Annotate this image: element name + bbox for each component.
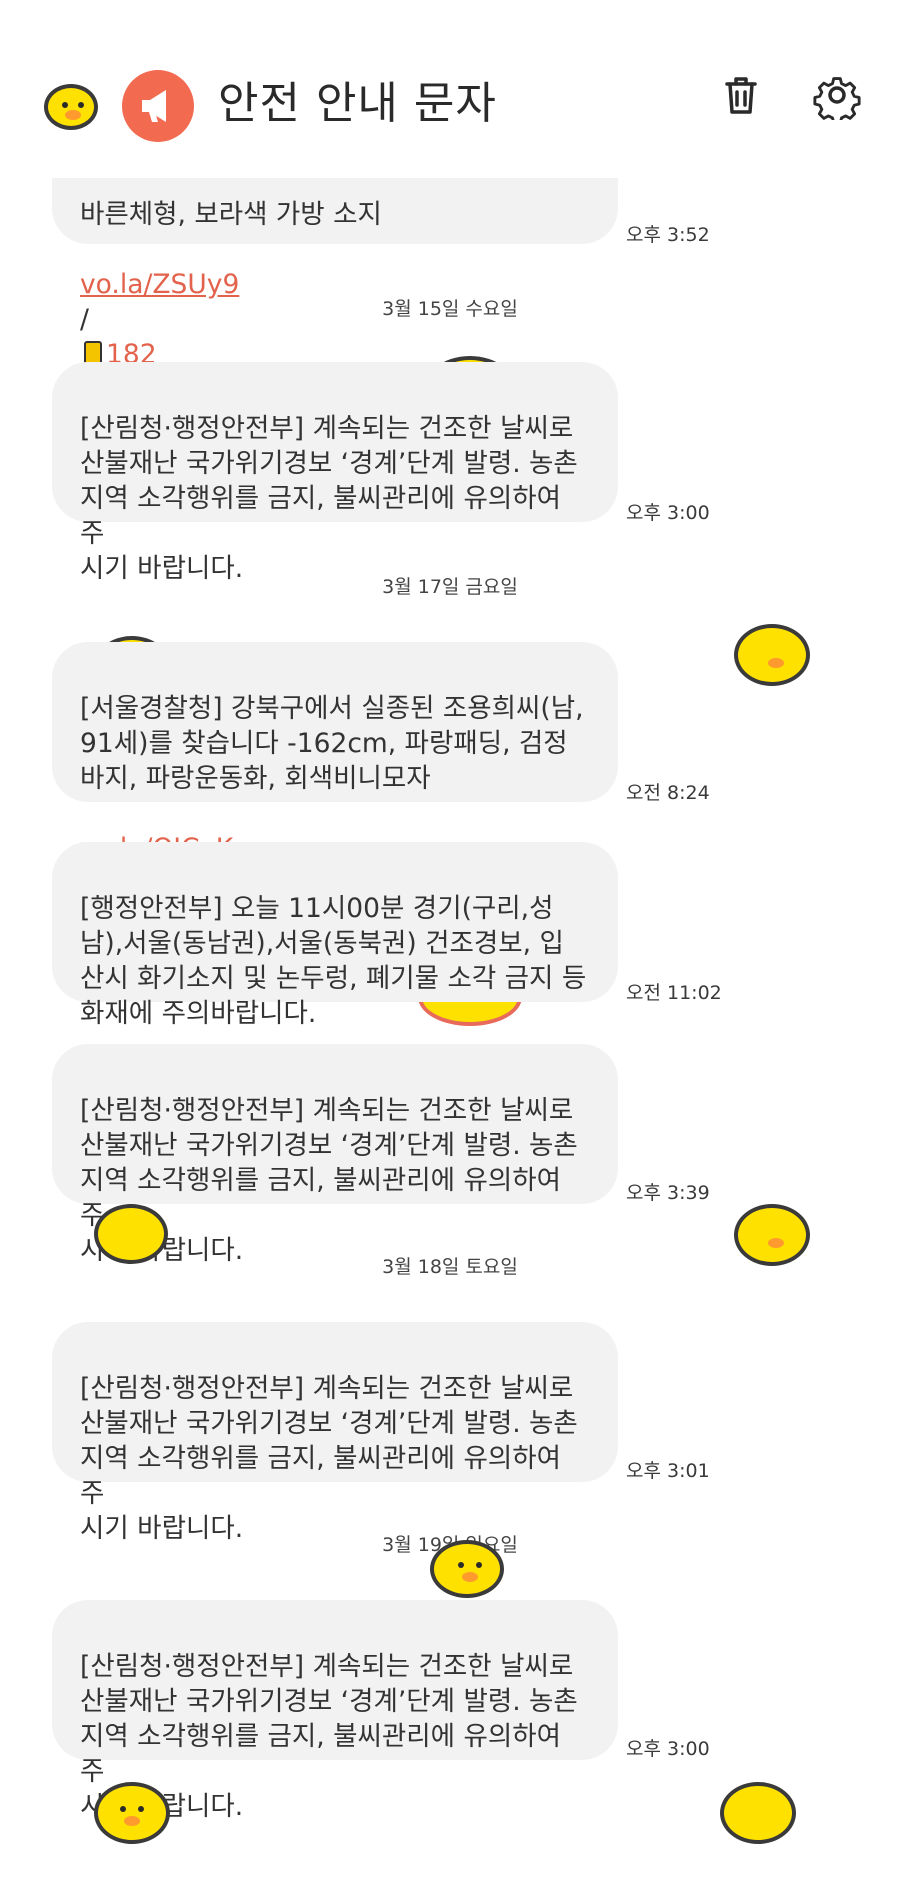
- message-bubble[interactable]: [서울경찰청] 강북구에서 실종된 조용희씨(남, 91세)를 찾습니다 -16…: [52, 642, 618, 934]
- chick-decoration-icon: [94, 1204, 168, 1264]
- app-header: 안전 안내 문자: [0, 0, 900, 178]
- date-divider: 3월 15일 수요일: [382, 298, 518, 320]
- message-feed[interactable]: 바른체형, 보라색 가방 소지 vo.la/ZSUy9 / 182 오후 3:5…: [0, 0, 900, 1888]
- message-text: 바른체형, 보라색 가방 소지: [80, 199, 382, 230]
- message-text: [서울경찰청] 강북구에서 실종된 조용희씨(남, 91세)를 찾습니다 -16…: [80, 693, 584, 794]
- message-text: [산림청·행정안전부] 계속되는 건조한 날씨로 산불재난 국가위기경보 ‘경계…: [80, 413, 578, 584]
- message-time: 오후 3:39: [626, 1182, 710, 1204]
- chick-decoration-icon: [430, 1540, 504, 1598]
- message-time: 오후 3:00: [626, 502, 710, 524]
- message-bubble[interactable]: [산림청·행정안전부] 계속되는 건조한 날씨로 산불재난 국가위기경보 ‘경계…: [52, 362, 618, 584]
- message-bubble[interactable]: [행정안전부] 오늘 11시00분 경기(구리,성 남),서울(동남권),서울(…: [52, 842, 618, 1029]
- message-bubble[interactable]: [산림청·행정안전부] 계속되는 건조한 날씨로 산불재난 국가위기경보 ‘경계…: [52, 1044, 618, 1266]
- message-time: 오전 8:24: [626, 782, 710, 804]
- chick-decoration-icon: [734, 1204, 810, 1266]
- chick-mascot-icon[interactable]: [44, 84, 98, 130]
- message-time: 오전 11:02: [626, 982, 722, 1004]
- gear-icon[interactable]: [812, 70, 862, 125]
- message-text: [산림청·행정안전부] 계속되는 건조한 날씨로 산불재난 국가위기경보 ‘경계…: [80, 1373, 578, 1544]
- message-time: 오후 3:01: [626, 1460, 710, 1482]
- message-bubble[interactable]: [산림청·행정안전부] 계속되는 건조한 날씨로 산불재난 국가위기경보 ‘경계…: [52, 1600, 618, 1822]
- megaphone-icon: [122, 70, 194, 142]
- chick-decoration-icon: [94, 1782, 170, 1844]
- chick-decoration-icon: [720, 1782, 796, 1844]
- message-time: 오후 3:52: [626, 224, 710, 246]
- date-divider: 3월 17일 금요일: [382, 576, 518, 598]
- message-time: 오후 3:00: [626, 1738, 710, 1760]
- chick-decoration-icon: [734, 624, 810, 686]
- message-bubble[interactable]: [산림청·행정안전부] 계속되는 건조한 날씨로 산불재난 국가위기경보 ‘경계…: [52, 1322, 618, 1544]
- page-title: 안전 안내 문자: [218, 78, 497, 129]
- trash-icon[interactable]: [716, 70, 766, 120]
